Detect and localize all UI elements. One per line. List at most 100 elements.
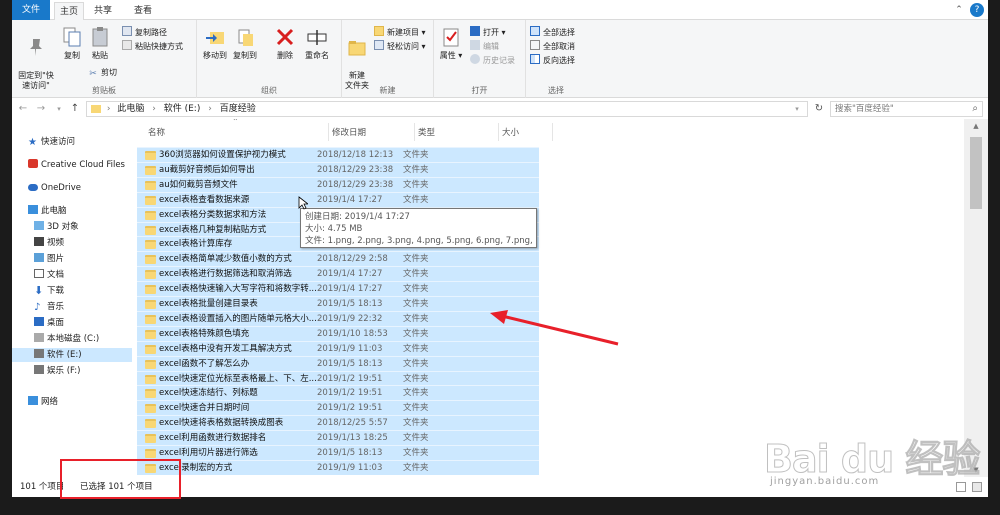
file-row[interactable]: excel表格中没有开发工具解决方式 2019/1/9 11:03 文件夹 [137,340,539,356]
properties-button[interactable]: 属性 ▾ [438,26,464,61]
file-row[interactable]: excel表格批量创建目录表 2019/1/5 18:13 文件夹 [137,296,539,311]
nav-network[interactable]: 网络 [12,395,132,409]
new-folder-button[interactable]: 新建 文件夹 [342,26,372,91]
tab-view[interactable]: 查看 [128,2,158,20]
nav-music[interactable]: ♪ 音乐 [12,300,132,314]
file-type: 文件夹 [403,448,429,458]
search-icon[interactable]: ⌕ [972,102,978,116]
invert-selection-button[interactable]: 反向选择 [530,54,575,67]
document-icon [34,269,44,278]
file-name: excel快速冻结行、列标题 [159,388,258,399]
open-button[interactable]: 打开 ▾ [470,26,506,39]
file-row[interactable]: excel函数不了解怎么办 2019/1/5 18:13 文件夹 [137,355,539,371]
easy-access-button[interactable]: 轻松访问 ▾ [374,40,426,53]
copy-to-button[interactable]: 复制到 [231,26,259,61]
nav-documents[interactable]: 文档 [12,268,132,282]
nav-quick-access[interactable]: ★ 快速访问 [12,135,132,149]
file-row[interactable]: excel快速冻结行、列标题 2019/1/2 19:51 文件夹 [137,385,539,401]
pictures-icon [34,253,44,262]
file-date: 2019/1/2 19:51 [317,373,383,384]
file-row[interactable]: excel表格查看数据来源 2019/1/4 17:27 文件夹 [137,191,539,207]
file-date: 2019/1/5 18:13 [317,448,383,458]
search-box[interactable]: 搜索"百度经验" ⌕ [830,101,983,117]
scissors-icon: ✂ [89,69,97,79]
new-item-icon [374,26,384,36]
history-button[interactable]: 历史记录 [470,54,515,67]
nav-3d-objects[interactable]: 3D 对象 [12,220,132,234]
up-arrow-icon[interactable]: ↑ [68,102,82,116]
file-row[interactable]: au截剪好音频后如何导出 2018/12/29 23:38 文件夹 [137,161,539,177]
refresh-icon[interactable]: ↻ [812,102,826,116]
address-dropdown-icon[interactable]: ▾ [790,102,804,116]
file-row[interactable]: excel利用函数进行数据排名 2019/1/13 18:25 文件夹 [137,430,539,446]
file-row[interactable]: excel快速定位光标至表格最上、下、左... 2019/1/2 19:51 文件夹 [137,370,539,386]
back-arrow-icon[interactable]: ← [16,102,30,116]
nav-creative-cloud[interactable]: Creative Cloud Files [12,158,132,172]
select-none-button[interactable]: 全部取消 [530,40,575,53]
nav-drive-e[interactable]: 软件 (E:) [12,348,132,362]
file-row[interactable]: excel快速将表格数据转换成图表 2018/12/25 5:57 文件夹 [137,415,539,431]
file-row[interactable]: excel表格进行数据筛选和取消筛选 2019/1/4 17:27 文件夹 [137,266,539,282]
select-all-button[interactable]: 全部选择 [530,26,575,39]
cut-button[interactable]: ✂ 剪切 [88,66,117,79]
tab-home[interactable]: 主页 [54,2,84,21]
folder-icon [145,195,156,205]
rename-button[interactable]: 重命名 [301,26,333,61]
column-header-size[interactable]: 大小 [502,126,519,140]
nav-pictures[interactable]: 图片 [12,252,132,266]
file-row[interactable]: excel快速合并日期时间 2019/1/2 19:51 文件夹 [137,400,539,416]
file-row[interactable]: excel表格简单减少数值小数的方式 2018/12/29 2:58 文件夹 [137,251,539,267]
column-header-type[interactable]: 类型 [418,126,435,140]
nav-drive-c[interactable]: 本地磁盘 (C:) [12,332,132,346]
folder-icon [145,314,156,324]
pin-quick-access-button[interactable]: 固定到"快 速访问" [14,26,58,91]
move-to-button[interactable]: 移动到 [201,26,229,61]
help-icon[interactable]: ? [970,3,984,17]
clipboard-icon [92,27,108,47]
recent-locations-icon[interactable]: ▾ [52,102,66,116]
rename-label: 重命名 [305,51,329,60]
breadcrumb-drive-e[interactable]: 软件 (E:) [164,104,201,114]
file-row[interactable]: excel表格快速输入大写字符和将数字转... 2019/1/4 17:27 文件夹 [137,281,539,297]
file-row[interactable]: excel录制宏的方式 2019/1/9 11:03 文件夹 [137,459,539,475]
paste-shortcut-button[interactable]: 粘贴快捷方式 [122,40,183,53]
file-row[interactable]: excel表格特殊颜色填充 2019/1/10 18:53 文件夹 [137,325,539,341]
address-box[interactable]: › 此电脑 › 软件 (E:) › 百度经验 [86,101,808,117]
file-type: 文件夹 [403,403,429,414]
forward-arrow-icon[interactable]: → [34,102,48,116]
copy-button[interactable]: 复制 [60,26,84,61]
scrollbar-thumb[interactable] [970,137,982,209]
file-row[interactable]: 360浏览器如何设置保护视力模式 2018/12/18 12:13 文件夹 [137,147,539,162]
nav-desktop[interactable]: 桌面 [12,316,132,330]
delete-button[interactable]: 删除 [273,26,297,61]
folder-icon [145,151,156,160]
nav-downloads[interactable]: ⬇ 下载 [12,284,132,298]
breadcrumb-this-pc[interactable]: 此电脑 [117,104,144,114]
tooltip-created: 创建日期: 2019/1/4 17:27 [305,212,410,222]
paste-label: 粘贴 [92,51,108,60]
file-name: excel表格中没有开发工具解决方式 [159,343,292,354]
new-item-label: 新建项目 [387,28,419,37]
file-row[interactable]: excel表格设置插入的图片随单元格大小... 2019/1/9 22:32 文件夹 [137,310,539,326]
chevron-up-icon[interactable]: ⌃ [952,3,966,17]
organize-group-label: 组织 [261,86,277,95]
column-header-date[interactable]: 修改日期 [332,126,366,140]
tab-file[interactable]: 文件 [12,0,50,20]
nav-drive-f[interactable]: 娱乐 (F:) [12,364,132,378]
vertical-scrollbar[interactable]: ▲ ▼ [964,119,988,477]
edit-button[interactable]: 编辑 [470,40,499,53]
copy-path-button[interactable]: 复制路径 [122,26,167,39]
nav-this-pc[interactable]: 此电脑 [12,204,132,218]
breadcrumb-current-folder[interactable]: 百度经验 [220,104,256,114]
file-row[interactable]: au如何截剪音频文件 2018/12/29 23:38 文件夹 [137,176,539,192]
new-item-button[interactable]: 新建项目 ▾ [374,26,426,39]
scroll-up-arrow-icon[interactable]: ▲ [964,119,988,133]
nav-drive-c-label: 本地磁盘 (C:) [47,334,100,344]
nav-videos[interactable]: 视频 [12,236,132,250]
column-header-name[interactable]: 名称 [148,126,165,140]
paste-button[interactable]: 粘贴 [88,26,112,61]
nav-onedrive[interactable]: OneDrive [12,181,132,195]
select-all-label: 全部选择 [543,28,575,37]
file-row[interactable]: excel利用切片器进行筛选 2019/1/5 18:13 文件夹 [137,445,539,460]
tab-share[interactable]: 共享 [88,2,118,20]
